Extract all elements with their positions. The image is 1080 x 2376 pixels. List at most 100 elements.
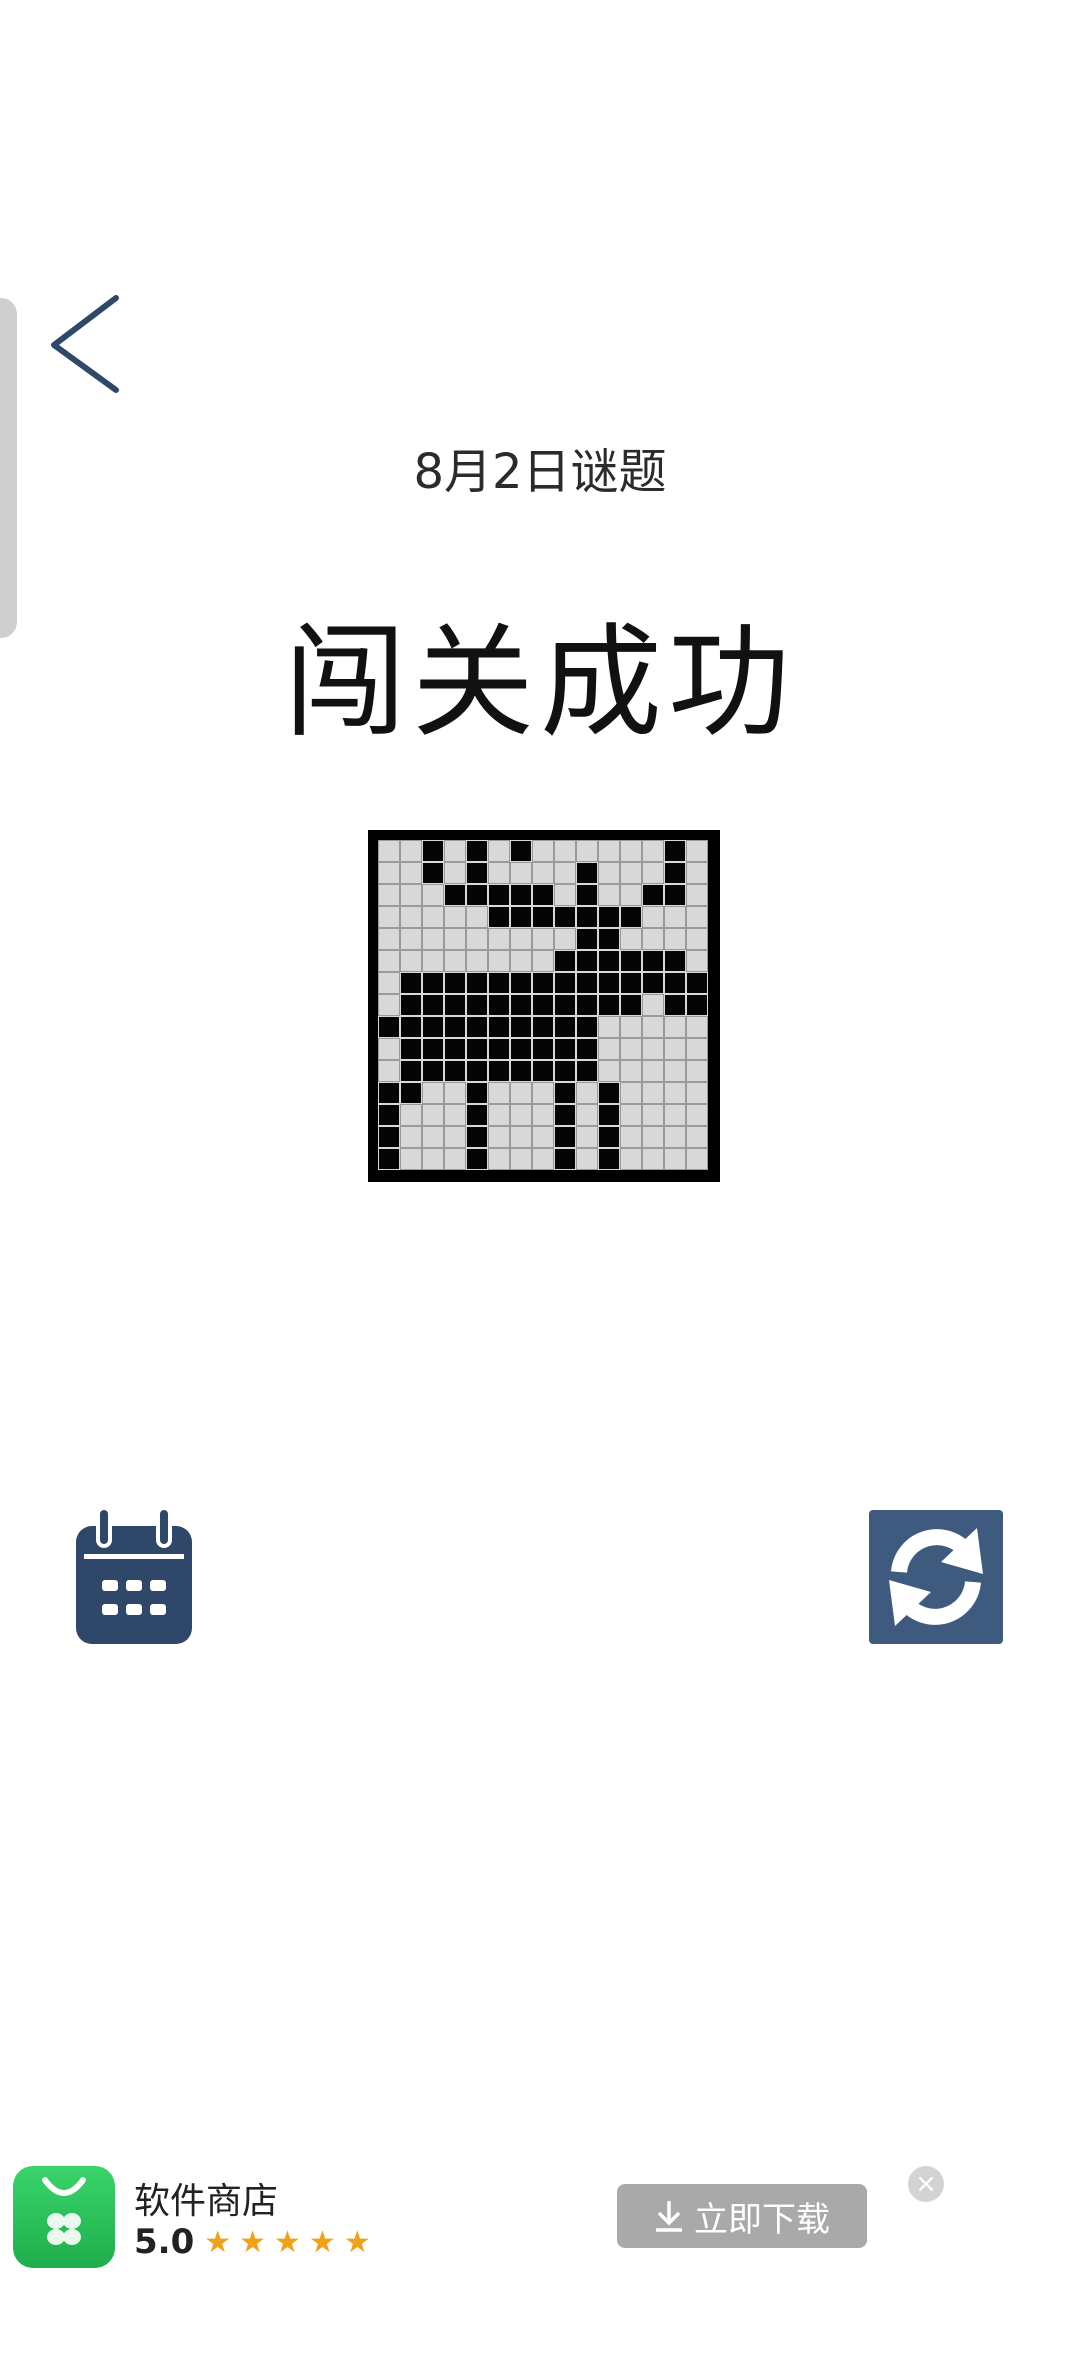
grid-cell bbox=[598, 1104, 620, 1126]
grid-cell bbox=[642, 1082, 664, 1104]
grid-cell bbox=[576, 1104, 598, 1126]
grid-cell bbox=[532, 972, 554, 994]
grid-cell bbox=[598, 1016, 620, 1038]
grid-cell bbox=[554, 1104, 576, 1126]
grid-cell bbox=[422, 1126, 444, 1148]
grid-cell bbox=[422, 928, 444, 950]
grid-cell bbox=[664, 906, 686, 928]
grid-cell bbox=[576, 884, 598, 906]
grid-cell bbox=[510, 1082, 532, 1104]
grid-cell bbox=[620, 906, 642, 928]
grid-cell bbox=[488, 906, 510, 928]
grid-cell bbox=[444, 950, 466, 972]
app-store-logo-icon bbox=[13, 2166, 115, 2268]
ad-app-name: 软件商店 bbox=[134, 2181, 279, 2222]
grid-cell bbox=[488, 840, 510, 862]
grid-cell bbox=[466, 972, 488, 994]
grid-cell bbox=[686, 840, 708, 862]
grid-cell bbox=[532, 862, 554, 884]
grid-cell bbox=[686, 1126, 708, 1148]
grid-cell bbox=[510, 1060, 532, 1082]
grid-cell bbox=[422, 1104, 444, 1126]
grid-cell bbox=[620, 994, 642, 1016]
grid-cell bbox=[422, 1060, 444, 1082]
grid-cell bbox=[444, 862, 466, 884]
grid-cell bbox=[598, 928, 620, 950]
grid-cell bbox=[400, 906, 422, 928]
grid-cell bbox=[422, 1148, 444, 1170]
grid-cell bbox=[532, 1038, 554, 1060]
grid-cell bbox=[664, 862, 686, 884]
back-button[interactable] bbox=[40, 290, 130, 400]
grid-cell bbox=[620, 840, 642, 862]
grid-cell bbox=[686, 1148, 708, 1170]
grid-cell bbox=[532, 1060, 554, 1082]
ad-close-button[interactable]: × bbox=[908, 2166, 944, 2202]
grid-cell bbox=[378, 1016, 400, 1038]
grid-cell bbox=[400, 1016, 422, 1038]
grid-cell bbox=[400, 972, 422, 994]
grid-cell bbox=[532, 1082, 554, 1104]
grid-cell bbox=[400, 1126, 422, 1148]
grid-cell bbox=[510, 928, 532, 950]
grid-cell bbox=[642, 972, 664, 994]
grid-cell bbox=[576, 1082, 598, 1104]
grid-cell bbox=[466, 906, 488, 928]
grid-cell bbox=[378, 1104, 400, 1126]
grid-cell bbox=[664, 1082, 686, 1104]
grid-cell bbox=[488, 994, 510, 1016]
grid-cell bbox=[576, 1060, 598, 1082]
grid-cell bbox=[378, 884, 400, 906]
grid-cell bbox=[686, 972, 708, 994]
grid-cell bbox=[576, 840, 598, 862]
star-icon: ★ bbox=[308, 2224, 336, 2260]
grid-cell bbox=[422, 972, 444, 994]
grid-cell bbox=[532, 950, 554, 972]
grid-cell bbox=[378, 840, 400, 862]
grid-cell bbox=[554, 1126, 576, 1148]
grid-cell bbox=[400, 862, 422, 884]
grid-cell bbox=[488, 862, 510, 884]
grid-cell bbox=[510, 1016, 532, 1038]
grid-cell bbox=[642, 862, 664, 884]
grid-cell bbox=[400, 1082, 422, 1104]
grid-cell bbox=[378, 1126, 400, 1148]
grid-cell bbox=[642, 1060, 664, 1082]
grid-cell bbox=[686, 1038, 708, 1060]
grid-cell bbox=[598, 906, 620, 928]
grid-cell bbox=[510, 994, 532, 1016]
grid-cell bbox=[466, 1126, 488, 1148]
grid-cell bbox=[576, 906, 598, 928]
grid-cell bbox=[422, 994, 444, 1016]
grid-cell bbox=[576, 1038, 598, 1060]
grid-cell bbox=[488, 1082, 510, 1104]
grid-cell bbox=[422, 1016, 444, 1038]
grid-cell bbox=[620, 1104, 642, 1126]
grid-cell bbox=[466, 1104, 488, 1126]
grid-cell bbox=[576, 1016, 598, 1038]
refresh-button[interactable] bbox=[869, 1510, 1003, 1644]
grid-cell bbox=[444, 1104, 466, 1126]
grid-cell bbox=[620, 1126, 642, 1148]
grid-cell bbox=[686, 1082, 708, 1104]
calendar-button[interactable] bbox=[76, 1506, 192, 1644]
ad-banner[interactable]: 软件商店 5.0 ★ ★ ★ ★ ★ 立即下载 × bbox=[0, 2150, 1080, 2310]
grid-cell bbox=[598, 950, 620, 972]
grid-cell bbox=[686, 928, 708, 950]
ad-download-button[interactable]: 立即下载 bbox=[617, 2184, 867, 2248]
grid-cell bbox=[444, 994, 466, 1016]
grid-cell bbox=[642, 884, 664, 906]
grid-cell bbox=[576, 994, 598, 1016]
grid-cell bbox=[378, 972, 400, 994]
grid-cell bbox=[488, 884, 510, 906]
grid-cell bbox=[510, 1038, 532, 1060]
grid-cell bbox=[466, 862, 488, 884]
grid-cell bbox=[466, 1038, 488, 1060]
grid-cell bbox=[444, 972, 466, 994]
grid-cell bbox=[532, 1126, 554, 1148]
grid-cell bbox=[664, 1038, 686, 1060]
grid-cell bbox=[576, 1148, 598, 1170]
grid-cell bbox=[510, 950, 532, 972]
grid-cell bbox=[466, 950, 488, 972]
grid-cell bbox=[488, 972, 510, 994]
